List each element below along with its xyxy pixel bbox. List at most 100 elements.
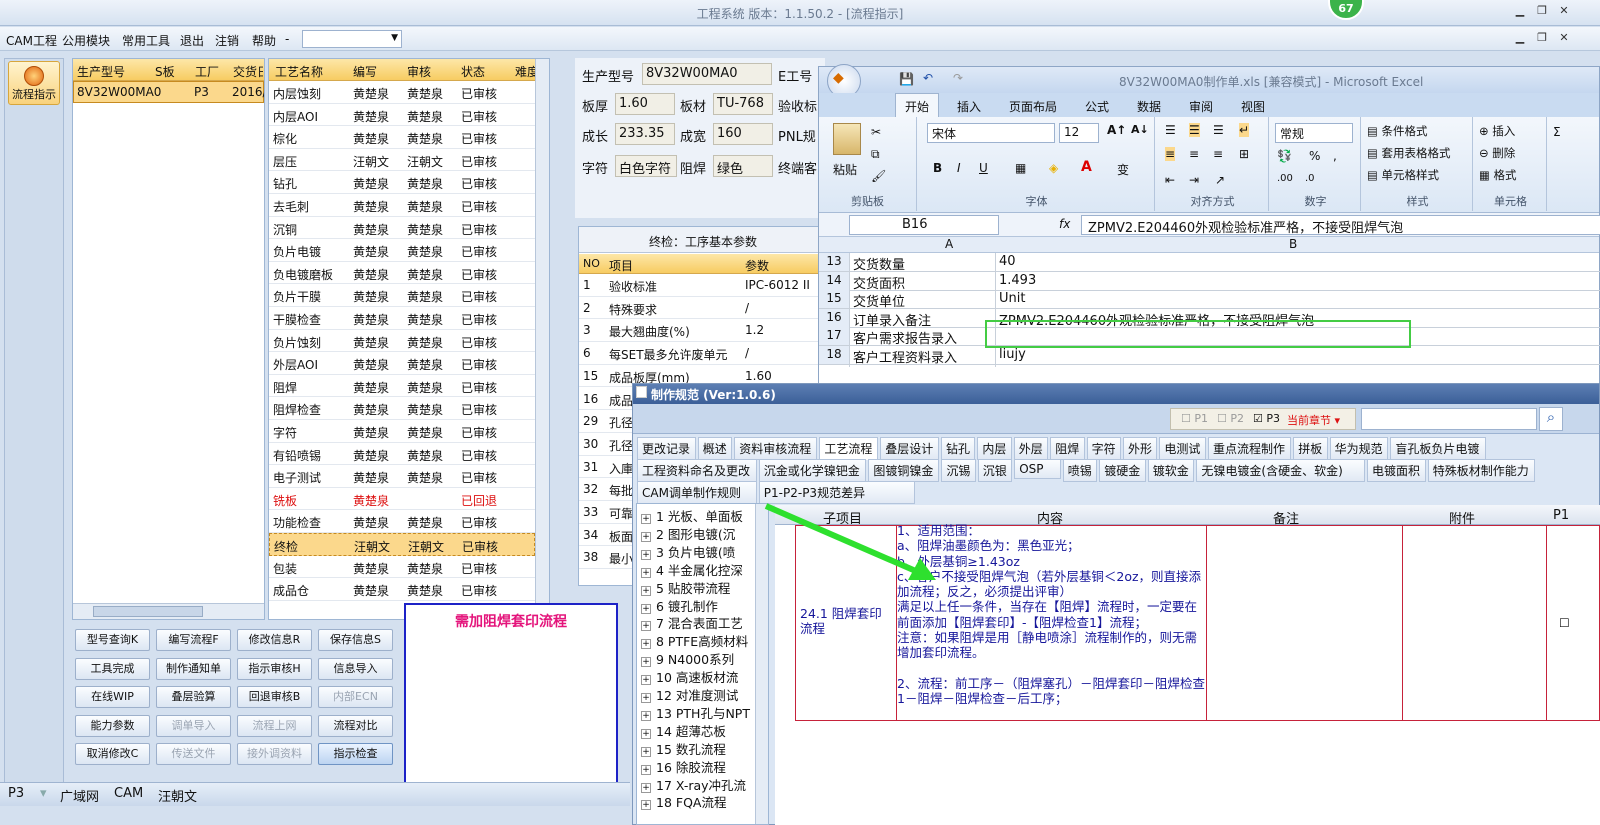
decrease-decimal-icon[interactable]: .0: [1305, 173, 1315, 184]
sheet-row[interactable]: 13 交货数量 40: [819, 253, 1600, 273]
mdi-close-button[interactable]: ✕: [1554, 31, 1574, 47]
tree-item[interactable]: +16 除胶流程: [641, 757, 753, 776]
char-value[interactable]: 白色字符: [615, 155, 677, 177]
cell-a[interactable]: 交货面积: [853, 273, 905, 292]
tree-item[interactable]: +2 图形电镀(沉: [641, 524, 753, 543]
action-button[interactable]: 修改信息R: [237, 629, 312, 651]
spec-tab[interactable]: 外层: [1013, 437, 1049, 460]
col-delivery[interactable]: 交货日: [233, 63, 263, 80]
col-sboard[interactable]: S板: [155, 63, 175, 80]
sheet-row[interactable]: 14 交货面积 1.493: [819, 271, 1600, 292]
hscroll-thumb[interactable]: [93, 606, 203, 617]
align-center-icon[interactable]: ≡: [1189, 147, 1199, 161]
cut-icon[interactable]: ✂: [871, 125, 881, 139]
tree-item[interactable]: +3 负片电镀(喷: [641, 542, 753, 561]
process-row[interactable]: 阻焊检查 黄楚泉 黄楚泉 已审核: [269, 397, 535, 420]
spec-tab[interactable]: CAM调单制作规则: [637, 481, 757, 504]
formula-input[interactable]: ZPMV2.E204460外观检验标准严格，不接受阻焊气泡: [1081, 215, 1600, 235]
menu-tools[interactable]: 常用工具: [122, 32, 170, 49]
format-painter-icon[interactable]: 🖌: [871, 169, 886, 183]
spec-tab[interactable]: 字符: [1086, 437, 1121, 460]
action-button[interactable]: 编写流程F: [156, 629, 231, 651]
spec-tab[interactable]: 工程资料命名及更改: [637, 459, 757, 482]
conditional-format-button[interactable]: ▤ 条件格式: [1367, 123, 1428, 139]
spec-tab[interactable]: 华为规范: [1329, 437, 1389, 460]
cell-b[interactable]: 1.493: [999, 273, 1036, 288]
thick-value[interactable]: 1.60: [615, 93, 675, 115]
increase-decimal-icon[interactable]: .00: [1277, 173, 1293, 184]
action-button[interactable]: 流程上网: [237, 714, 312, 737]
p1-checkbox[interactable]: ☐ P1: [1181, 412, 1208, 425]
row-number[interactable]: 15: [819, 290, 849, 309]
action-button[interactable]: 内部ECN: [318, 686, 393, 708]
expand-icon[interactable]: +: [641, 639, 651, 650]
process-row[interactable]: 成品仓 黄楚泉 黄楚泉 已审核: [269, 578, 535, 601]
action-button[interactable]: 型号查询K: [75, 629, 150, 651]
tree-item[interactable]: +4 半金属化控深: [641, 560, 753, 579]
font-size-field[interactable]: 12: [1059, 123, 1099, 143]
percent-icon[interactable]: %: [1309, 149, 1320, 163]
spec-tab[interactable]: 工艺流程: [819, 437, 879, 460]
expand-icon[interactable]: +: [641, 549, 651, 560]
process-row[interactable]: 包装 黄楚泉 黄楚泉 已审核: [269, 556, 535, 579]
col-header-a[interactable]: A: [945, 237, 953, 251]
process-row[interactable]: 功能检查 黄楚泉 黄楚泉 已审核: [269, 510, 535, 533]
tree-item[interactable]: +13 PTH孔与NPT: [641, 703, 753, 722]
ribbon-tab-layout[interactable]: 页面布局: [1009, 98, 1057, 115]
action-button[interactable]: 信息导入: [318, 657, 393, 680]
process-row[interactable]: 层压 汪朝文 汪朝文 已审核: [269, 149, 535, 172]
outdent-icon[interactable]: ⇤: [1165, 173, 1175, 187]
expand-icon[interactable]: +: [641, 585, 651, 596]
param-row[interactable]: 6 每SET最多允许废单元 /: [579, 342, 827, 365]
align-top-icon[interactable]: ☰: [1165, 123, 1176, 137]
tree-vscroll[interactable]: [755, 504, 768, 824]
process-row[interactable]: 棕化 黄楚泉 黄楚泉 已审核: [269, 126, 535, 149]
search-icon[interactable]: ⌕: [1539, 407, 1563, 431]
spec-tab[interactable]: 钻孔: [941, 437, 976, 460]
underline-icon[interactable]: U: [979, 161, 988, 175]
spec-tab[interactable]: 阻焊: [1050, 437, 1085, 460]
cell-b[interactable]: 40: [999, 254, 1016, 269]
process-row[interactable]: 外层AOI 黄楚泉 黄楚泉 已审核: [269, 352, 535, 375]
col-header-b[interactable]: B: [1289, 237, 1297, 251]
expand-icon[interactable]: +: [641, 710, 651, 721]
expand-icon[interactable]: +: [641, 675, 651, 686]
action-button[interactable]: 工具完成: [75, 657, 150, 680]
col-reviewer[interactable]: 审核: [407, 63, 431, 80]
process-row[interactable]: 阻焊 黄楚泉 黄楚泉 已审核: [269, 375, 535, 398]
spec-tab[interactable]: 外形: [1123, 437, 1158, 460]
tree-item[interactable]: +1 光板、单面板: [641, 506, 753, 525]
paste-label[interactable]: 粘贴: [833, 161, 857, 178]
undo-icon[interactable]: ↶: [923, 71, 933, 85]
spec-tab[interactable]: 更改记录: [637, 437, 696, 460]
spec-tab[interactable]: 电镀面积: [1367, 459, 1426, 482]
orientation-icon[interactable]: ↗: [1215, 173, 1225, 187]
process-row[interactable]: 铣板 黄楚泉 已回退: [269, 488, 535, 511]
tree-item[interactable]: +5 贴胶带流程: [641, 578, 753, 597]
menu-cam[interactable]: CAM工程: [6, 32, 57, 49]
close-button[interactable]: ✕: [1554, 4, 1574, 20]
cell-b[interactable]: Unit: [999, 291, 1025, 306]
spec-tab[interactable]: P1-P2-P3规范差异: [758, 481, 916, 504]
currency-icon[interactable]: 💱: [1277, 149, 1292, 163]
action-button[interactable]: 传送文件: [156, 743, 231, 765]
process-row[interactable]: 负片蚀刻 黄楚泉 黄楚泉 已审核: [269, 330, 535, 353]
sheet-row[interactable]: 15 交货单位 Unit: [819, 290, 1600, 310]
format-button[interactable]: ▦ 格式: [1479, 167, 1517, 183]
wrap-text-icon[interactable]: ↵: [1239, 123, 1250, 137]
spec-tab[interactable]: 资料审核流程: [734, 437, 818, 460]
expand-icon[interactable]: +: [641, 621, 651, 632]
process-row[interactable]: 钻孔 黄楚泉 黄楚泉 已审核: [269, 171, 535, 194]
spec-tab[interactable]: 喷锡: [1062, 459, 1098, 482]
sheet-row[interactable]: 18 客户工程资料录入 liujy: [819, 346, 1600, 366]
action-button[interactable]: 制作通知单: [156, 657, 231, 680]
cell-a[interactable]: 客户工程资料录入: [853, 347, 957, 366]
tree-item[interactable]: +15 数孔流程: [641, 739, 753, 758]
process-row[interactable]: 有铅喷锡 黄楚泉 黄楚泉 已审核: [269, 443, 535, 466]
delete-button[interactable]: ⊖ 删除: [1479, 145, 1515, 161]
row-number[interactable]: 18: [819, 346, 849, 364]
font-name-field[interactable]: 宋体: [927, 123, 1055, 143]
param-row[interactable]: 3 最大翘曲度(%) 1.2: [579, 319, 827, 343]
spec-tab[interactable]: 拼板: [1293, 437, 1328, 460]
name-box[interactable]: B16: [849, 215, 999, 235]
